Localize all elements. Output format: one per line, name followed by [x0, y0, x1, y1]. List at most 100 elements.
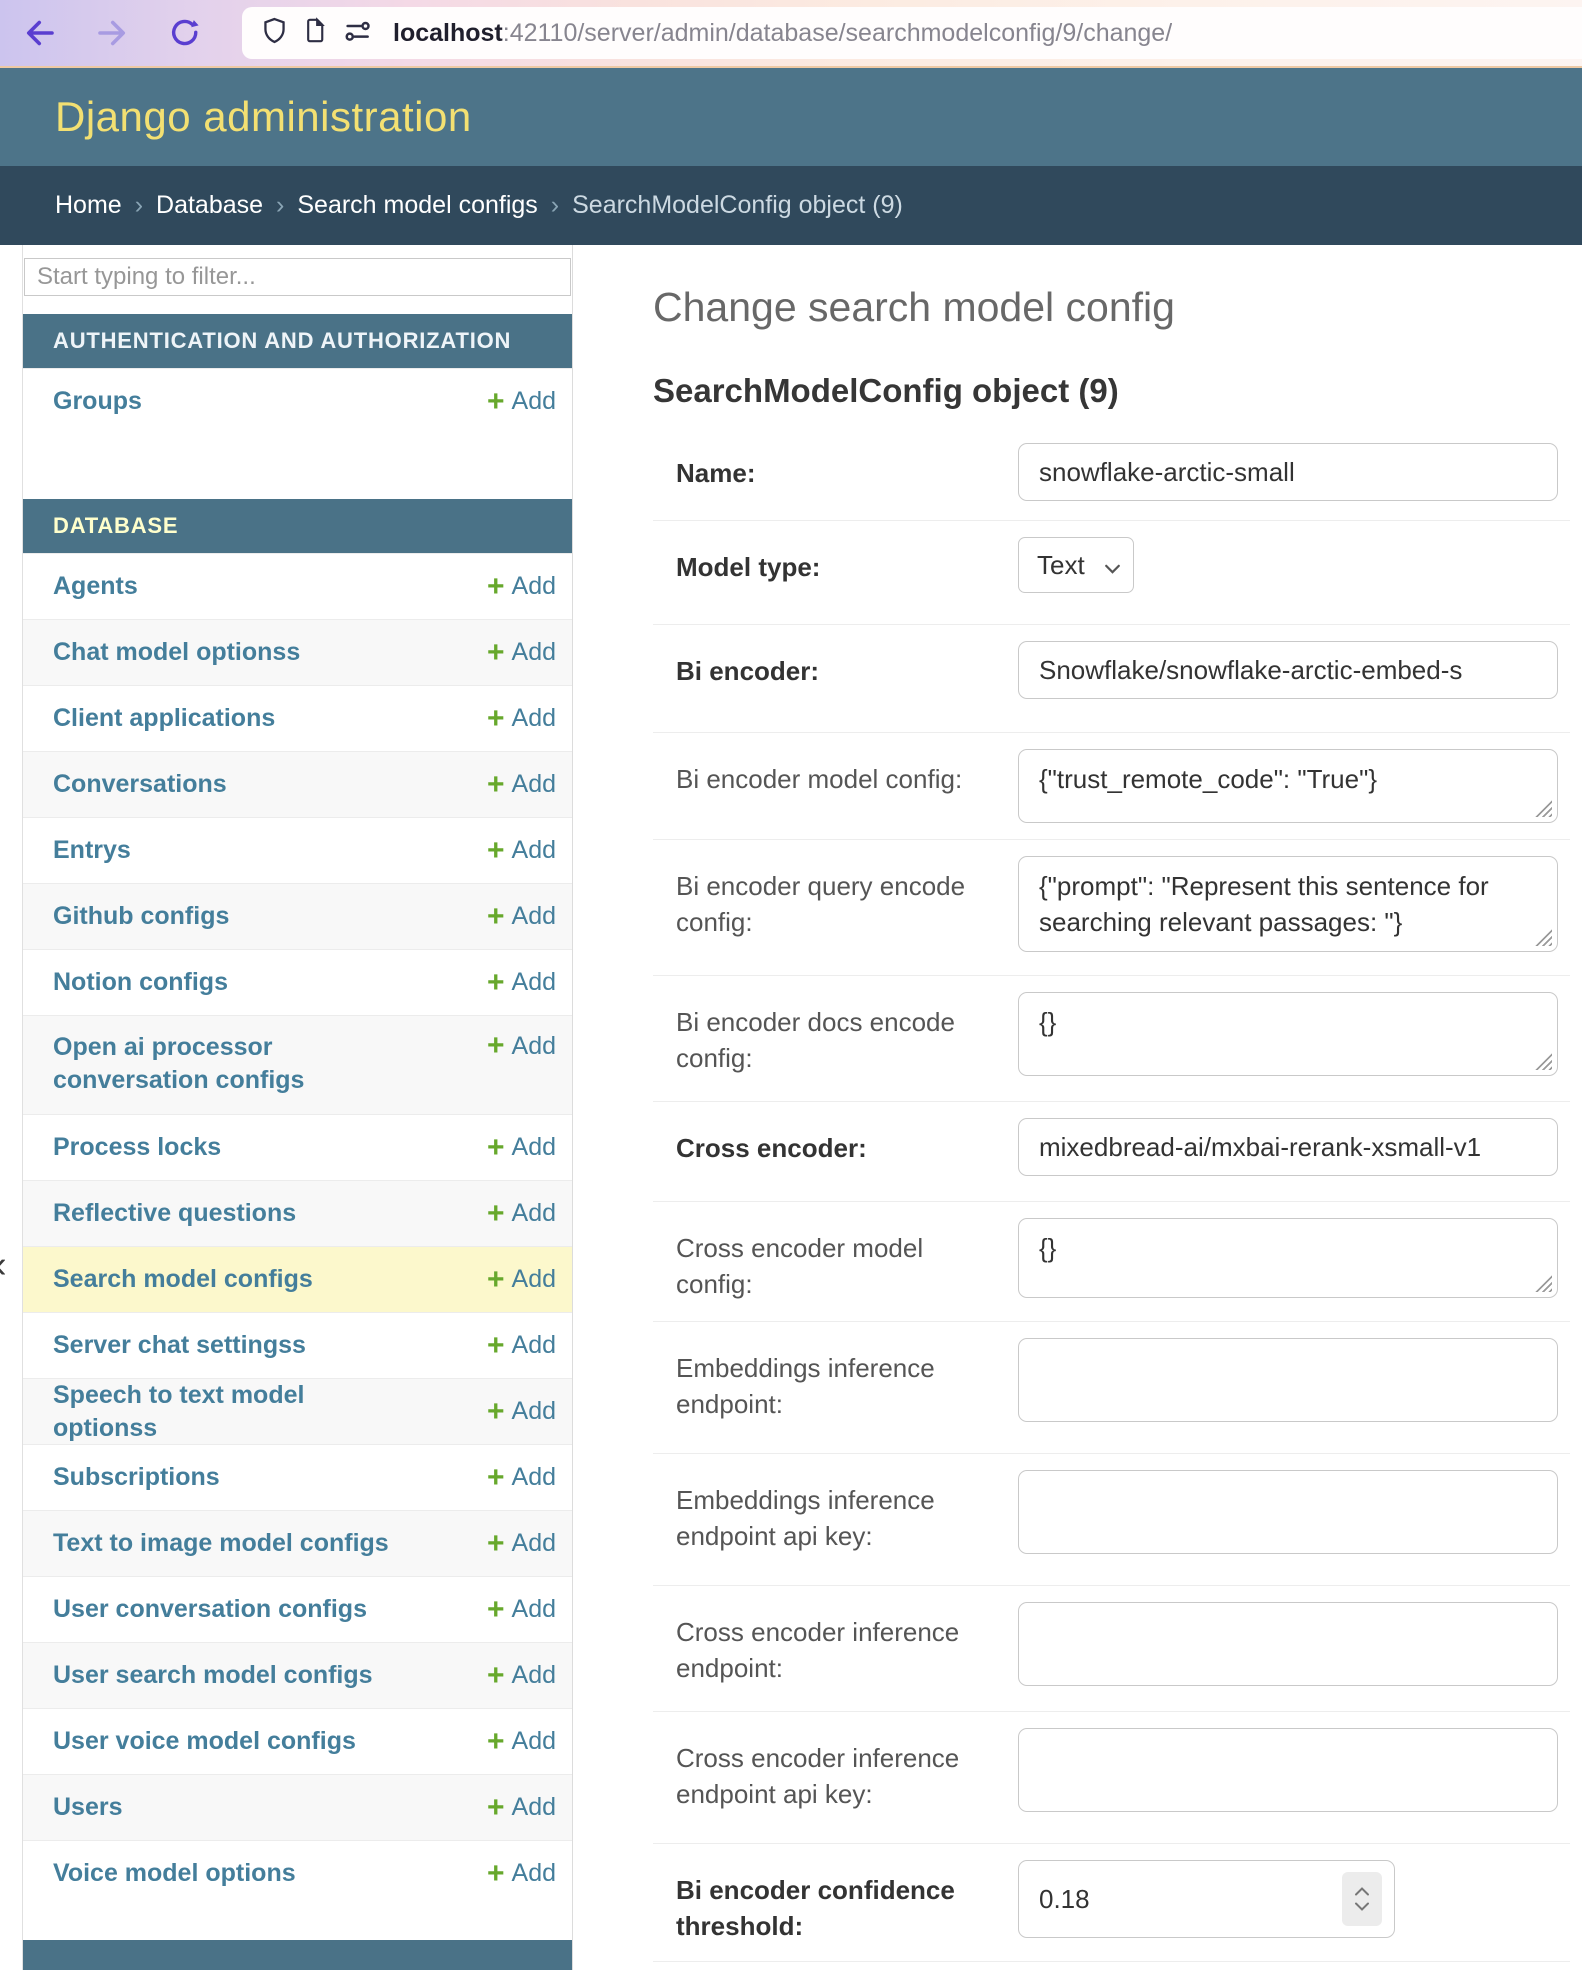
plus-icon: +: [487, 902, 505, 932]
add-reflective-questions-link[interactable]: +Add: [487, 1199, 556, 1229]
plus-icon: +: [487, 1199, 505, 1229]
sidebar-link-notion-configs[interactable]: Notion configs: [53, 966, 228, 999]
sidebar-item-client-applications: Client applications +Add: [23, 685, 572, 751]
plus-icon: +: [487, 1331, 505, 1361]
add-agents-link[interactable]: +Add: [487, 572, 556, 602]
add-groups-link[interactable]: +Add: [487, 387, 556, 417]
sidebar-item-reflective-questions: Reflective questions +Add: [23, 1180, 572, 1246]
forward-icon[interactable]: [94, 15, 130, 51]
sidebar-link-chat-model-optionss[interactable]: Chat model optionss: [53, 636, 300, 669]
sidebar-link-user-search-model-configs[interactable]: User search model configs: [53, 1659, 373, 1692]
sidebar-link-github-configs[interactable]: Github configs: [53, 900, 229, 933]
reload-icon[interactable]: [168, 16, 202, 50]
add-github-configs-link[interactable]: +Add: [487, 902, 556, 932]
field-label: Name:: [676, 443, 996, 491]
permissions-sliders-icon[interactable]: [342, 16, 372, 51]
plus-icon: +: [487, 1133, 505, 1163]
sidebar-section-header-database[interactable]: DATABASE: [23, 499, 572, 553]
form-row-bi-encoder-model-config: Bi encoder model config: {"trust_remote_…: [653, 733, 1570, 840]
plus-icon: +: [487, 1397, 505, 1427]
back-icon[interactable]: [22, 15, 58, 51]
field-label: Cross encoder model config:: [676, 1218, 996, 1303]
field-bi-encoder-docs-encode-config-textarea[interactable]: {}: [1018, 992, 1558, 1076]
field-label: Bi encoder docs encode config:: [676, 992, 996, 1077]
form-row-model-type: Model type: Text: [653, 521, 1570, 625]
textarea-value: {"prompt": "Represent this sentence for …: [1039, 871, 1489, 937]
breadcrumb: Home › Database › Search model configs ›…: [0, 166, 1582, 245]
shield-icon[interactable]: [260, 16, 289, 50]
sidebar-link-agents[interactable]: Agents: [53, 570, 138, 603]
sidebar-link-entrys[interactable]: Entrys: [53, 834, 131, 867]
sidebar-item-subscriptions: Subscriptions +Add: [23, 1444, 572, 1510]
field-cross-encoder-model-config-textarea[interactable]: {}: [1018, 1218, 1558, 1298]
add-user-conversation-configs-link[interactable]: +Add: [487, 1595, 556, 1625]
sidebar-link-process-locks[interactable]: Process locks: [53, 1131, 221, 1164]
form-row-cross-encoder-model-config: Cross encoder model config: {}: [653, 1202, 1570, 1322]
add-conversations-link[interactable]: +Add: [487, 770, 556, 800]
field-cross-encoder-text[interactable]: mixedbread-ai/mxbai-rerank-xsmall-v1: [1018, 1118, 1558, 1176]
field-label: Embeddings inference endpoint api key:: [676, 1470, 996, 1555]
field-embeddings-inference-endpoint-input[interactable]: [1018, 1338, 1558, 1422]
field-label: Bi encoder confidence threshold:: [676, 1860, 996, 1945]
add-user-voice-model-configs-link[interactable]: +Add: [487, 1727, 556, 1757]
sidebar-item-user-conversation-configs: User conversation configs +Add: [23, 1576, 572, 1642]
sidebar-link-subscriptions[interactable]: Subscriptions: [53, 1461, 220, 1494]
add-chat-model-optionss-link[interactable]: +Add: [487, 638, 556, 668]
sidebar-link-speech-to-text-model-optionss[interactable]: Speech to text model optionss: [53, 1379, 393, 1444]
site-title[interactable]: Django administration: [55, 93, 472, 141]
sidebar-link-user-conversation-configs[interactable]: User conversation configs: [53, 1593, 367, 1626]
url-text[interactable]: localhost:42110/server/admin/database/se…: [393, 19, 1172, 48]
add-search-model-configs-link[interactable]: +Add: [487, 1265, 556, 1295]
sidebar-item-voice-model-options: Voice model options +Add: [23, 1840, 572, 1906]
field-model-type-select[interactable]: Text: [1018, 537, 1134, 593]
add-notion-configs-link[interactable]: +Add: [487, 968, 556, 998]
breadcrumb-search-model-configs[interactable]: Search model configs: [297, 191, 537, 220]
sidebar-link-users[interactable]: Users: [53, 1791, 123, 1824]
field-bi-encoder-query-encode-config-textarea[interactable]: {"prompt": "Represent this sentence for …: [1018, 856, 1558, 952]
textarea-value: {}: [1039, 1007, 1056, 1037]
field-embeddings-inference-endpoint-api-key-input[interactable]: [1018, 1470, 1558, 1554]
breadcrumb-home[interactable]: Home: [55, 191, 122, 220]
sidebar-link-text-to-image-model-configs[interactable]: Text to image model configs: [53, 1527, 389, 1560]
field-bi-encoder-model-config-textarea[interactable]: {"trust_remote_code": "True"}: [1018, 749, 1558, 823]
sidebar-link-search-model-configs[interactable]: Search model configs: [53, 1263, 313, 1296]
sidebar-link-client-applications[interactable]: Client applications: [53, 702, 275, 735]
page-info-icon[interactable]: [302, 17, 329, 49]
field-cross-encoder-inference-endpoint-api-key-input[interactable]: [1018, 1728, 1558, 1812]
add-voice-model-options-link[interactable]: +Add: [487, 1859, 556, 1889]
add-open-ai-processor-conversation-configs-link[interactable]: +Add: [487, 1031, 556, 1061]
sidebar-link-groups[interactable]: Groups: [53, 385, 142, 418]
add-users-link[interactable]: +Add: [487, 1793, 556, 1823]
field-bi-encoder-text[interactable]: Snowflake/snowflake-arctic-embed-s: [1018, 641, 1558, 699]
sidebar-collapse-icon[interactable]: ‹: [0, 1244, 7, 1287]
add-text-to-image-model-configs-link[interactable]: +Add: [487, 1529, 556, 1559]
add-speech-to-text-model-optionss-link[interactable]: +Add: [487, 1397, 556, 1427]
form-row-bi-encoder-query-encode-config: Bi encoder query encode config: {"prompt…: [653, 840, 1570, 976]
sidebar-link-user-voice-model-configs[interactable]: User voice model configs: [53, 1725, 356, 1758]
add-user-search-model-configs-link[interactable]: +Add: [487, 1661, 556, 1691]
number-stepper[interactable]: [1342, 1872, 1382, 1926]
sidebar-filter-input[interactable]: [24, 258, 571, 296]
change-form: Name: snowflake-arctic-small Model type:…: [653, 427, 1570, 1962]
add-process-locks-link[interactable]: +Add: [487, 1133, 556, 1163]
field-cross-encoder-inference-endpoint-input[interactable]: [1018, 1602, 1558, 1686]
url-bar[interactable]: localhost:42110/server/admin/database/se…: [242, 7, 1582, 59]
plus-icon: +: [487, 572, 505, 602]
field-bi-encoder-confidence-threshold-number[interactable]: 0.18: [1018, 1860, 1395, 1938]
sidebar-link-reflective-questions[interactable]: Reflective questions: [53, 1197, 296, 1230]
sidebar-section-header-authentication-and-authorization[interactable]: AUTHENTICATION AND AUTHORIZATION: [23, 314, 572, 368]
add-entrys-link[interactable]: +Add: [487, 836, 556, 866]
breadcrumb-database[interactable]: Database: [156, 191, 263, 220]
sidebar-link-voice-model-options[interactable]: Voice model options: [53, 1857, 296, 1890]
field-label: Model type:: [676, 537, 996, 585]
sidebar-link-open-ai-processor-conversation-configs[interactable]: Open ai processor conversation configs: [53, 1031, 393, 1096]
field-label: Cross encoder inference endpoint:: [676, 1602, 996, 1687]
sidebar-link-server-chat-settingss[interactable]: Server chat settingss: [53, 1329, 306, 1362]
add-subscriptions-link[interactable]: +Add: [487, 1463, 556, 1493]
add-server-chat-settingss-link[interactable]: +Add: [487, 1331, 556, 1361]
sidebar-item-text-to-image-model-configs: Text to image model configs +Add: [23, 1510, 572, 1576]
add-client-applications-link[interactable]: +Add: [487, 704, 556, 734]
field-name-text[interactable]: snowflake-arctic-small: [1018, 443, 1558, 501]
field-label: Bi encoder query encode config:: [676, 856, 996, 941]
sidebar-link-conversations[interactable]: Conversations: [53, 768, 227, 801]
